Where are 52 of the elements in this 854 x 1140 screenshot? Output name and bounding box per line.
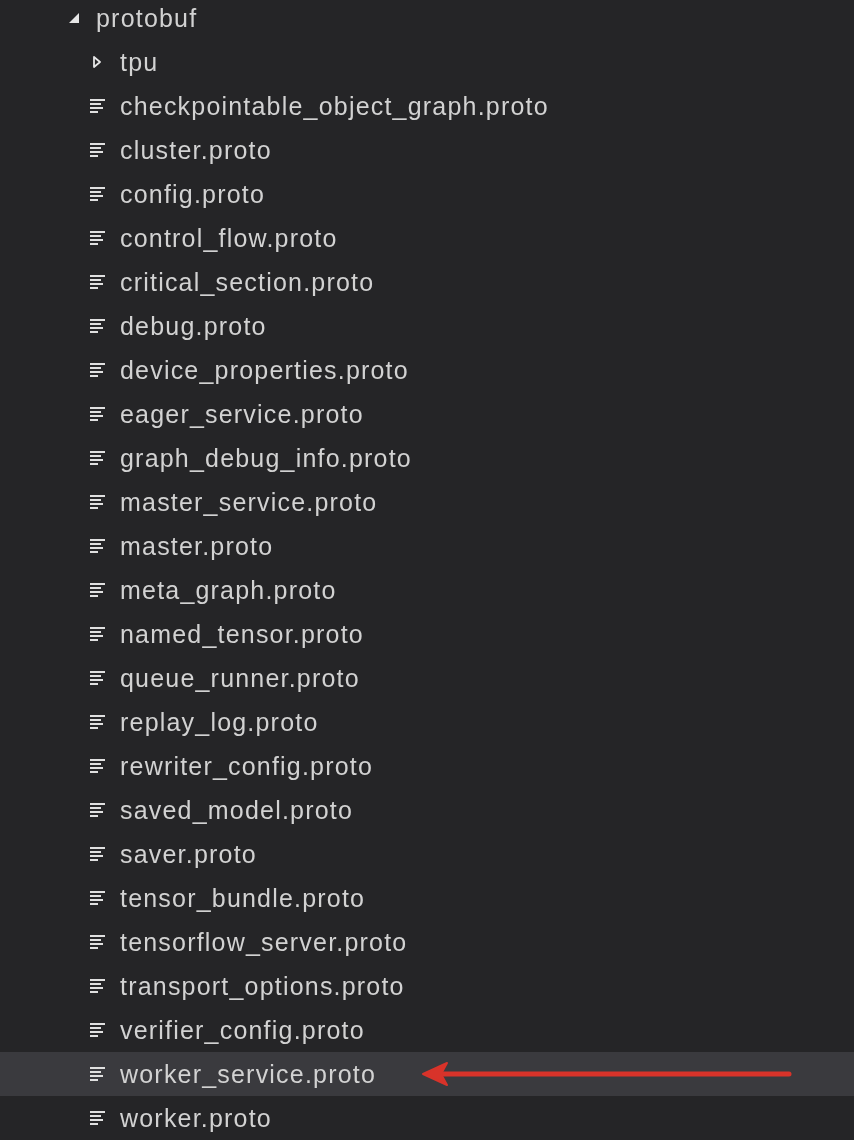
file-lines-icon bbox=[89, 1023, 105, 1037]
file-lines-icon bbox=[89, 847, 105, 861]
tree-item[interactable]: meta_graph.proto bbox=[0, 568, 854, 612]
file-lines-icon bbox=[89, 451, 105, 465]
tree-item[interactable]: device_properties.proto bbox=[0, 348, 854, 392]
file-lines-icon bbox=[89, 979, 105, 993]
file-lines-icon bbox=[89, 671, 105, 685]
tree-item[interactable]: queue_runner.proto bbox=[0, 656, 854, 700]
tree-item[interactable]: config.proto bbox=[0, 172, 854, 216]
tree-item[interactable]: worker.proto bbox=[0, 1096, 854, 1140]
caret-icon[interactable] bbox=[69, 13, 79, 23]
file-lines-icon bbox=[89, 803, 105, 817]
file-lines-icon bbox=[89, 891, 105, 905]
file-lines-icon bbox=[89, 407, 105, 421]
tree-item[interactable]: checkpointable_object_graph.proto bbox=[0, 84, 854, 128]
caret-icon[interactable] bbox=[93, 56, 101, 68]
tree-item[interactable]: tensorflow_server.proto bbox=[0, 920, 854, 964]
file-lines-icon bbox=[89, 539, 105, 553]
tree-item[interactable]: cluster.proto bbox=[0, 128, 854, 172]
tree-item[interactable]: tpu bbox=[0, 40, 854, 84]
tree-item[interactable]: named_tensor.proto bbox=[0, 612, 854, 656]
file-lines-icon bbox=[89, 231, 105, 245]
tree-item[interactable]: control_flow.proto bbox=[0, 216, 854, 260]
file-lines-icon bbox=[89, 627, 105, 641]
tree-item[interactable]: replay_log.proto bbox=[0, 700, 854, 744]
tree-item[interactable]: rewriter_config.proto bbox=[0, 744, 854, 788]
tree-item[interactable]: protobuf bbox=[0, 0, 854, 40]
tree-item[interactable]: master_service.proto bbox=[0, 480, 854, 524]
file-lines-icon bbox=[89, 495, 105, 509]
file-lines-icon bbox=[89, 143, 105, 157]
tree-item[interactable]: master.proto bbox=[0, 524, 854, 568]
tree-item[interactable]: transport_options.proto bbox=[0, 964, 854, 1008]
file-lines-icon bbox=[89, 1067, 105, 1081]
tree-item[interactable]: saved_model.proto bbox=[0, 788, 854, 832]
file-lines-icon bbox=[89, 363, 105, 377]
file-lines-icon bbox=[89, 1111, 105, 1125]
tree-item[interactable]: tensor_bundle.proto bbox=[0, 876, 854, 920]
file-lines-icon bbox=[89, 275, 105, 289]
file-lines-icon bbox=[89, 935, 105, 949]
tree-item[interactable]: saver.proto bbox=[0, 832, 854, 876]
file-lines-icon bbox=[89, 319, 105, 333]
file-lines-icon bbox=[89, 759, 105, 773]
file-lines-icon bbox=[89, 715, 105, 729]
tree-item[interactable]: verifier_config.proto bbox=[0, 1008, 854, 1052]
tree-item[interactable]: graph_debug_info.proto bbox=[0, 436, 854, 480]
tree-item[interactable]: debug.proto bbox=[0, 304, 854, 348]
tree-item[interactable]: worker_service.proto bbox=[0, 1052, 854, 1096]
tree-item[interactable]: eager_service.proto bbox=[0, 392, 854, 436]
file-lines-icon bbox=[89, 583, 105, 597]
file-lines-icon bbox=[89, 187, 105, 201]
file-lines-icon bbox=[89, 99, 105, 113]
tree-item[interactable]: critical_section.proto bbox=[0, 260, 854, 304]
